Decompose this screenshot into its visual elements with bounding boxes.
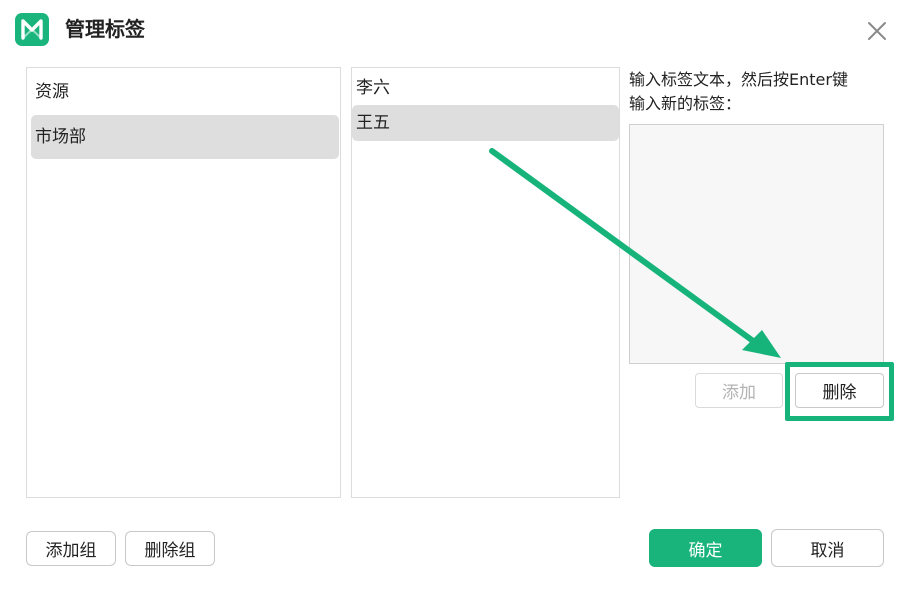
group-label: 市场部	[35, 127, 86, 147]
delete-group-button[interactable]: 删除组	[125, 531, 215, 566]
delete-tag-button[interactable]: 删除	[795, 373, 884, 408]
list-item[interactable]: 李六	[356, 77, 616, 103]
tag-label: 李六	[356, 78, 390, 98]
close-icon[interactable]	[864, 18, 890, 44]
add-tag-button[interactable]: 添加	[695, 373, 783, 408]
new-tag-label: 输入新的标签：	[629, 94, 742, 113]
tag-text-input[interactable]	[629, 124, 884, 364]
input-hint: 输入标签文本，然后按Enter键	[629, 70, 848, 89]
cancel-button[interactable]: 取消	[771, 529, 884, 567]
ok-button[interactable]: 确定	[649, 529, 762, 567]
list-item[interactable]: 王五	[352, 105, 619, 141]
group-list[interactable]: 资源 市场部	[26, 67, 341, 498]
list-item[interactable]: 市场部	[31, 115, 339, 159]
list-item[interactable]: 资源	[31, 81, 338, 107]
app-logo-icon	[15, 13, 49, 46]
tag-label: 王五	[356, 113, 390, 133]
add-group-button[interactable]: 添加组	[26, 531, 116, 566]
dialog-title: 管理标签	[65, 17, 145, 41]
tag-list[interactable]: 李六 王五	[351, 67, 620, 498]
group-label: 资源	[35, 82, 69, 102]
